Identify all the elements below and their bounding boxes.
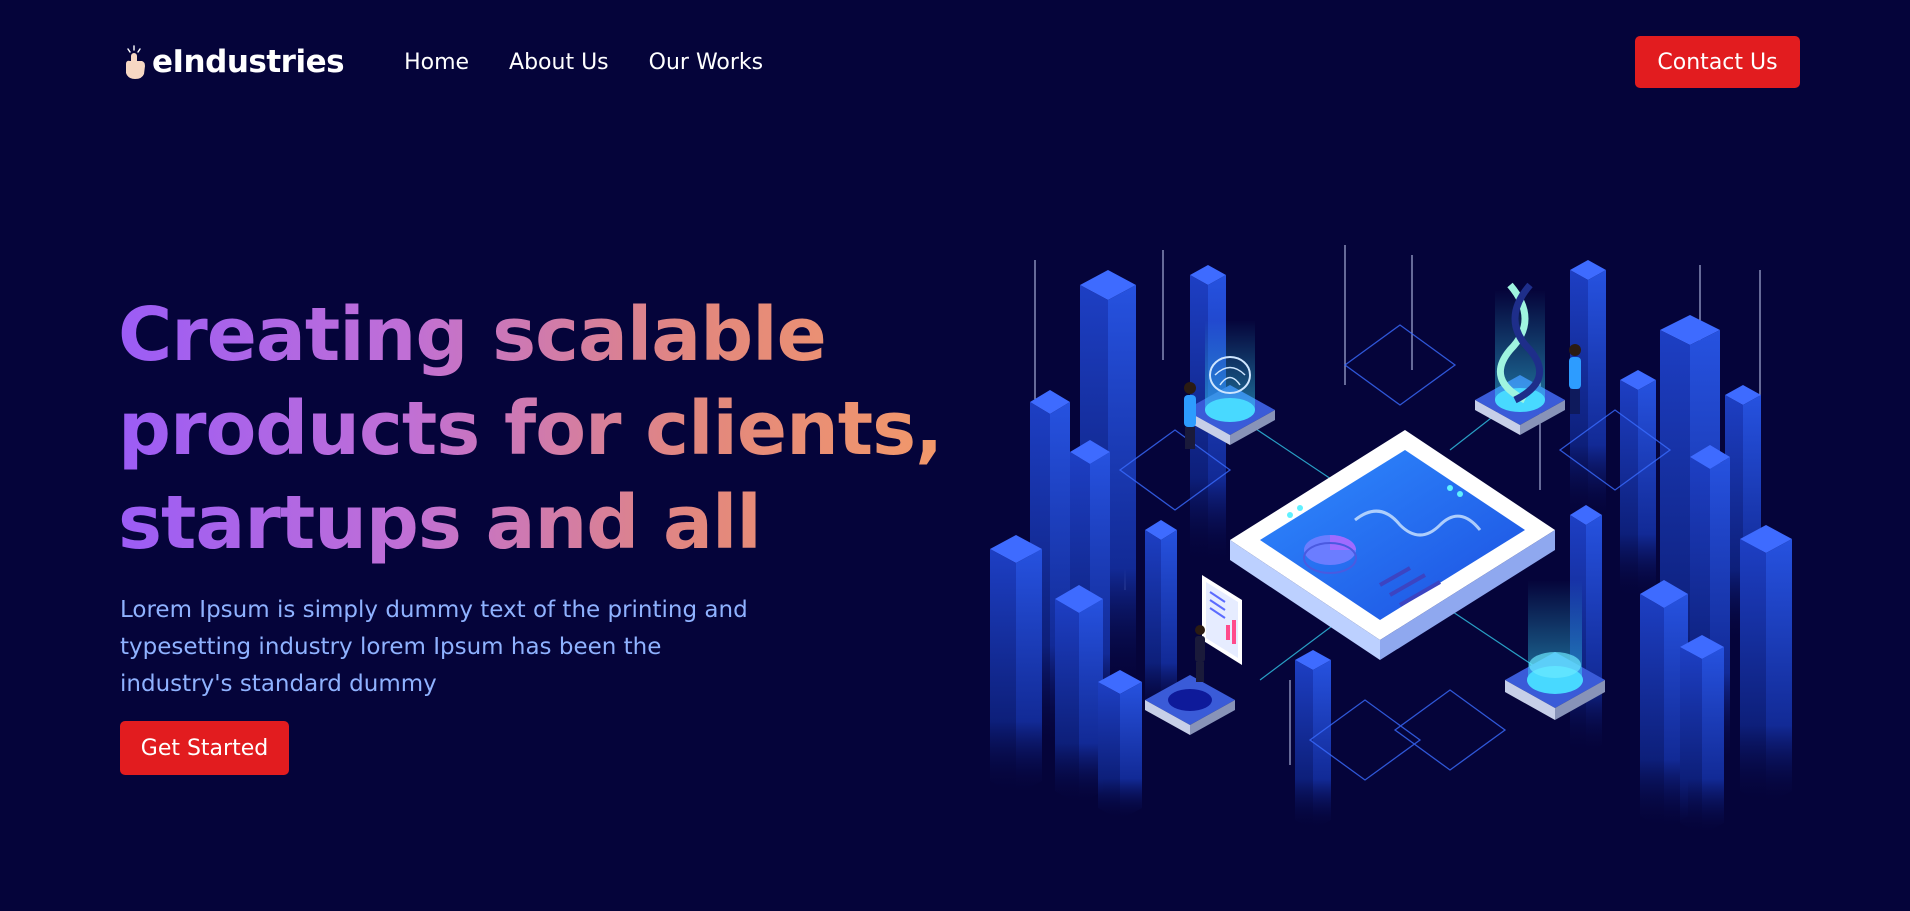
nav-home-link[interactable]: Home	[404, 50, 469, 75]
nav-works-link[interactable]: Our Works	[649, 50, 763, 75]
pointing-hand-icon	[126, 45, 145, 79]
contact-us-button[interactable]: Contact Us	[1635, 36, 1800, 88]
landing-page: eIndustries Home About Us Our Works Cont…	[0, 0, 1910, 911]
hero-title: Creating scalable products for clients, …	[118, 288, 938, 570]
isometric-data-center-illustration	[990, 245, 1792, 830]
hero-description-line: industry's standard dummy	[120, 671, 437, 697]
main-menu: Home About Us Our Works	[404, 50, 763, 75]
top-navigation: eIndustries Home About Us Our Works Cont…	[120, 34, 1800, 90]
hero-description: Lorem Ipsum is simply dummy text of the …	[120, 592, 800, 703]
hero-description-line: typesetting industry lorem Ipsum has bee…	[120, 634, 662, 660]
get-started-button[interactable]: Get Started	[120, 721, 289, 775]
brand-logo[interactable]: eIndustries	[120, 44, 345, 80]
hero-title-line: products for clients,	[118, 386, 943, 472]
nav-about-link[interactable]: About Us	[509, 50, 609, 75]
brand-name: eIndustries	[152, 44, 345, 80]
hero-title-line: startups and all	[118, 480, 761, 566]
hero-description-line: Lorem Ipsum is simply dummy text of the …	[120, 597, 748, 623]
hero-title-line: Creating scalable	[118, 292, 826, 378]
